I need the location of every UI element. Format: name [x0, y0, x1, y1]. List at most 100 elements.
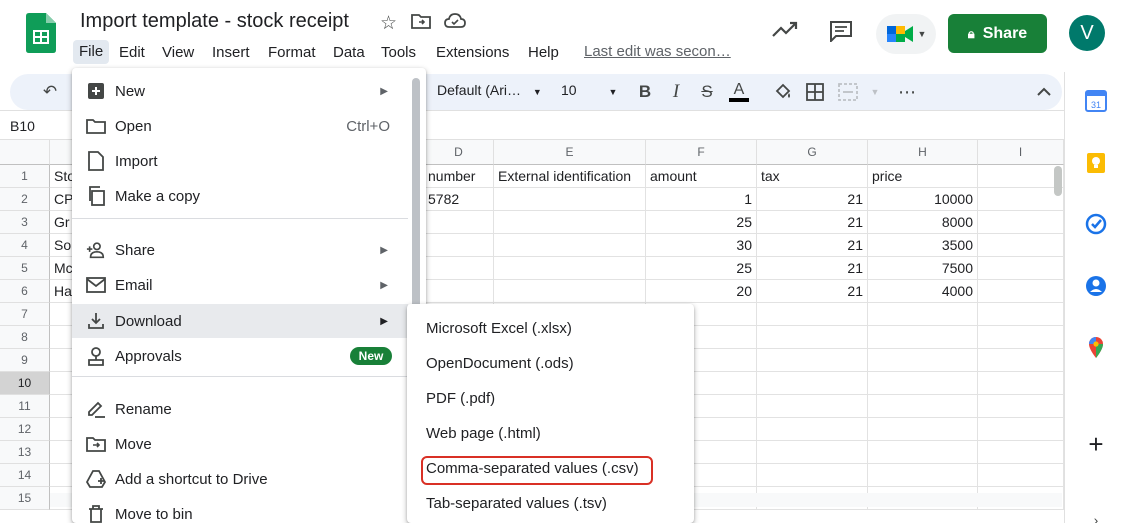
column-header-i[interactable]: I: [978, 140, 1064, 165]
keep-icon[interactable]: [1084, 151, 1108, 175]
cell-f2[interactable]: 1: [646, 188, 757, 211]
menu-format[interactable]: Format: [264, 43, 320, 63]
cloud-saved-icon[interactable]: [444, 13, 466, 34]
row-header[interactable]: 3: [0, 211, 50, 234]
cell-f6[interactable]: 20: [646, 280, 757, 303]
file-menu-item-email[interactable]: Email ▶: [72, 268, 408, 302]
sheets-logo-icon[interactable]: [26, 13, 56, 53]
column-header-h[interactable]: H: [868, 140, 978, 165]
row-header[interactable]: 2: [0, 188, 50, 211]
cell-d4[interactable]: [424, 234, 494, 257]
cell-h10[interactable]: [868, 372, 978, 395]
comments-icon[interactable]: [829, 20, 853, 47]
font-family-select[interactable]: Default (Ari… ▼: [437, 82, 542, 98]
row-header[interactable]: 6: [0, 280, 50, 303]
cell-g14[interactable]: [757, 464, 868, 487]
cell-g12[interactable]: [757, 418, 868, 441]
cell-d3[interactable]: [424, 211, 494, 234]
cell-g6[interactable]: 21: [757, 280, 868, 303]
expand-panel-icon[interactable]: ›: [1084, 508, 1108, 523]
file-menu-item-open[interactable]: Open Ctrl+O: [72, 109, 408, 143]
cell-f5[interactable]: 25: [646, 257, 757, 280]
cell-g8[interactable]: [757, 326, 868, 349]
menu-view[interactable]: View: [158, 43, 198, 63]
cell-f4[interactable]: 30: [646, 234, 757, 257]
menu-file[interactable]: File: [73, 40, 110, 64]
activity-trend-icon[interactable]: [772, 20, 798, 43]
menu-insert[interactable]: Insert: [208, 43, 254, 63]
strikethrough-icon[interactable]: S: [695, 80, 719, 104]
select-all-corner[interactable]: [0, 140, 50, 165]
menu-edit[interactable]: Edit: [115, 43, 149, 63]
more-options-icon[interactable]: ⋯: [895, 80, 919, 104]
cell-g11[interactable]: [757, 395, 868, 418]
cell-h12[interactable]: [868, 418, 978, 441]
cell-g2[interactable]: 21: [757, 188, 868, 211]
row-header[interactable]: 15: [0, 487, 50, 510]
merge-cells-icon[interactable]: [836, 80, 860, 104]
cell-i11[interactable]: [978, 395, 1064, 418]
row-header[interactable]: 7: [0, 303, 50, 326]
cell-i10[interactable]: [978, 372, 1064, 395]
cell-h2[interactable]: 10000: [868, 188, 978, 211]
file-menu-item-make-a-copy[interactable]: Make a copy: [72, 179, 408, 213]
cell-e2[interactable]: [494, 188, 646, 211]
row-header[interactable]: 14: [0, 464, 50, 487]
cell-i2[interactable]: [978, 188, 1064, 211]
file-menu-item-move[interactable]: Move: [72, 427, 408, 461]
column-header-g[interactable]: G: [757, 140, 868, 165]
cell-i12[interactable]: [978, 418, 1064, 441]
avatar[interactable]: V: [1069, 15, 1105, 51]
cell-e4[interactable]: [494, 234, 646, 257]
cell-e1[interactable]: External identification: [494, 165, 646, 188]
cell-i13[interactable]: [978, 441, 1064, 464]
text-color-icon[interactable]: A: [727, 80, 751, 104]
cell-i3[interactable]: [978, 211, 1064, 234]
add-addon-icon[interactable]: +: [1084, 429, 1108, 459]
file-menu-item-approvals[interactable]: Approvals New: [72, 339, 408, 373]
menu-data[interactable]: Data: [329, 43, 369, 63]
star-icon[interactable]: ☆: [380, 12, 397, 35]
cell-g10[interactable]: [757, 372, 868, 395]
row-header[interactable]: 12: [0, 418, 50, 441]
menu-help[interactable]: Help: [524, 43, 563, 63]
cell-h7[interactable]: [868, 303, 978, 326]
font-size-select[interactable]: 10 ▼: [561, 82, 617, 98]
cell-h6[interactable]: 4000: [868, 280, 978, 303]
download-option-microsoft-excel-xlsx[interactable]: Microsoft Excel (.xlsx): [407, 311, 694, 346]
cell-e5[interactable]: [494, 257, 646, 280]
maps-icon[interactable]: [1084, 335, 1108, 359]
name-box[interactable]: B10: [10, 118, 35, 134]
cell-e3[interactable]: [494, 211, 646, 234]
cell-i7[interactable]: [978, 303, 1064, 326]
cell-d6[interactable]: [424, 280, 494, 303]
column-header-f[interactable]: F: [646, 140, 757, 165]
cell-h1[interactable]: price: [868, 165, 978, 188]
undo-icon[interactable]: ↶: [38, 80, 62, 104]
cell-f1[interactable]: amount: [646, 165, 757, 188]
file-menu-scrollbar[interactable]: [412, 78, 420, 318]
move-folder-icon[interactable]: [411, 12, 431, 35]
cell-e6[interactable]: [494, 280, 646, 303]
cell-h11[interactable]: [868, 395, 978, 418]
row-header[interactable]: 10: [0, 372, 50, 395]
cell-g4[interactable]: 21: [757, 234, 868, 257]
collapse-toolbar-icon[interactable]: [1032, 80, 1056, 104]
file-menu-item-new[interactable]: New ▶: [72, 74, 408, 108]
merge-dropdown-icon[interactable]: ▼: [863, 80, 887, 104]
cell-h3[interactable]: 8000: [868, 211, 978, 234]
fill-color-icon[interactable]: [771, 80, 795, 104]
file-menu-item-rename[interactable]: Rename: [72, 392, 408, 426]
cell-i9[interactable]: [978, 349, 1064, 372]
italic-icon[interactable]: I: [664, 80, 688, 104]
tasks-icon[interactable]: [1084, 212, 1108, 236]
menu-tools[interactable]: Tools: [377, 43, 420, 63]
download-option-pdf-pdf[interactable]: PDF (.pdf): [407, 381, 694, 416]
cell-g13[interactable]: [757, 441, 868, 464]
calendar-icon[interactable]: 31: [1084, 89, 1108, 113]
cell-i4[interactable]: [978, 234, 1064, 257]
document-title[interactable]: Import template - stock receipt: [80, 10, 349, 33]
column-header-e[interactable]: E: [494, 140, 646, 165]
cell-g7[interactable]: [757, 303, 868, 326]
borders-icon[interactable]: [803, 80, 827, 104]
